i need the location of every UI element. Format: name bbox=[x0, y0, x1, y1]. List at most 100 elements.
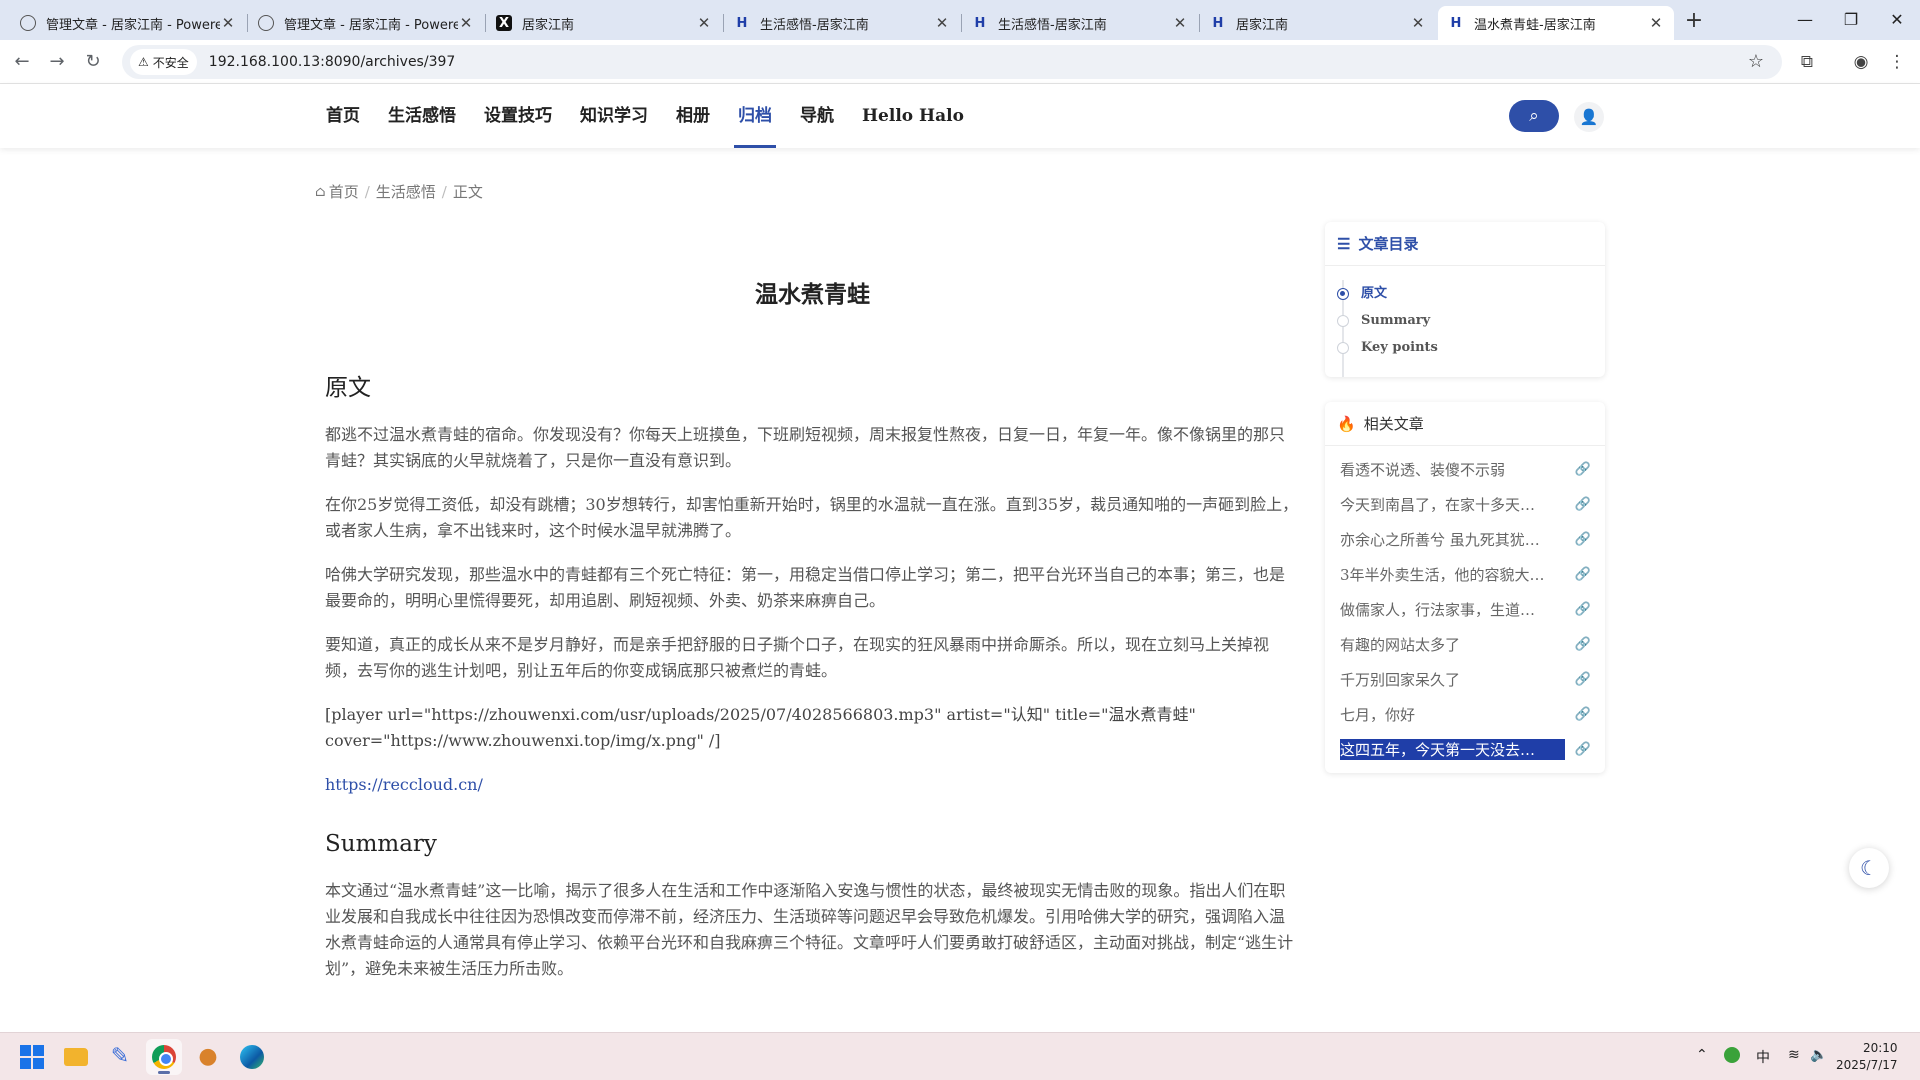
nav-hello-halo[interactable]: Hello Halo bbox=[862, 84, 964, 148]
browser-tab-5[interactable]: H 生活感悟-居家江南 ✕ bbox=[962, 6, 1198, 40]
article-external-link[interactable]: https://reccloud.cn/ bbox=[325, 775, 483, 794]
close-icon[interactable]: ✕ bbox=[1172, 14, 1188, 32]
toc-list: 原文 Summary Key points bbox=[1325, 266, 1605, 377]
close-icon[interactable]: ✕ bbox=[1410, 14, 1426, 32]
nav-learning[interactable]: 知识学习 bbox=[580, 84, 648, 148]
browser-tab-4[interactable]: H 生活感悟-居家江南 ✕ bbox=[724, 6, 960, 40]
breadcrumb-home[interactable]: 首页 bbox=[329, 181, 359, 202]
clock[interactable]: 20:10 2025/7/17 bbox=[1836, 1040, 1898, 1074]
related-item[interactable]: 亦余心之所善兮 虽九死其犹… 🔗 bbox=[1325, 522, 1605, 557]
user-icon: 👤 bbox=[1579, 108, 1599, 126]
back-button[interactable]: ← bbox=[8, 48, 36, 76]
related-item[interactable]: 有趣的网站太多了 🔗 bbox=[1325, 627, 1605, 662]
forward-button[interactable]: → bbox=[43, 48, 71, 76]
breadcrumb-category[interactable]: 生活感悟 bbox=[376, 181, 436, 202]
volume-icon[interactable]: 🔈 bbox=[1810, 1047, 1827, 1063]
browser-tab-6[interactable]: H 居家江南 ✕ bbox=[1200, 6, 1436, 40]
feather-app-button[interactable]: ✎ bbox=[102, 1039, 138, 1075]
reload-button[interactable]: ↻ bbox=[79, 48, 107, 76]
nav-life[interactable]: 生活感悟 bbox=[388, 84, 456, 148]
toc-item-key-points[interactable]: Key points bbox=[1337, 334, 1605, 361]
browser-toolbar: ← → ↻ ⚠ 不安全 192.168.100.13:8090/archives… bbox=[0, 40, 1920, 84]
related-item-selected[interactable]: 这四五年，今天第一天没去… 🔗 bbox=[1325, 732, 1605, 767]
close-icon[interactable]: ✕ bbox=[458, 14, 474, 32]
close-icon[interactable]: ✕ bbox=[220, 14, 236, 32]
bookmark-star-icon[interactable]: ☆ bbox=[1748, 51, 1764, 72]
browser-tab-2[interactable]: 管理文章 - 居家江南 - Powered ✕ bbox=[248, 6, 484, 40]
wifi-icon[interactable]: ≋ bbox=[1788, 1047, 1800, 1063]
windows-icon bbox=[20, 1045, 44, 1069]
close-icon[interactable]: ✕ bbox=[934, 14, 950, 32]
address-bar[interactable]: ⚠ 不安全 192.168.100.13:8090/archives/397 ☆ bbox=[122, 45, 1782, 79]
chevron-up-icon[interactable]: ⌃ bbox=[1696, 1047, 1708, 1063]
close-icon[interactable]: ✕ bbox=[1648, 14, 1664, 32]
link-icon: 🔗 bbox=[1574, 497, 1592, 512]
acorn-app-button[interactable]: ● bbox=[190, 1039, 226, 1075]
related-item[interactable]: 3年半外卖生活，他的容貌大… 🔗 bbox=[1325, 557, 1605, 592]
nav-album[interactable]: 相册 bbox=[676, 84, 710, 148]
tab-title: 生活感悟-居家江南 bbox=[998, 17, 1107, 33]
toc-item-summary[interactable]: Summary bbox=[1337, 307, 1605, 334]
related-item[interactable]: 七月，你好 🔗 bbox=[1325, 697, 1605, 732]
url-text[interactable]: 192.168.100.13:8090/archives/397 bbox=[209, 54, 456, 70]
menu-dots-icon[interactable]: ⋮ bbox=[1884, 49, 1910, 75]
browser-tab-3[interactable]: X 居家江南 ✕ bbox=[486, 6, 722, 40]
breadcrumb-current: 正文 bbox=[452, 183, 483, 201]
ime-indicator[interactable]: 中 bbox=[1756, 1047, 1770, 1067]
related-item-title[interactable]: 这四五年，今天第一天没去… bbox=[1340, 739, 1565, 760]
breadcrumb: ⌂ 首页 / 生活感悟 / 正文 bbox=[315, 181, 483, 202]
related-item[interactable]: 看透不说透、装傻不示弱 🔗 bbox=[1325, 452, 1605, 487]
player-shortcode: [player url="https://zhouwenxi.com/usr/u… bbox=[325, 705, 1196, 750]
profile-icon[interactable]: ◉ bbox=[1848, 49, 1874, 75]
related-item[interactable]: 今天到南昌了，在家十多天… 🔗 bbox=[1325, 487, 1605, 522]
close-window-button[interactable]: ✕ bbox=[1874, 0, 1920, 40]
toc-header: ☰ 文章目录 bbox=[1325, 222, 1605, 266]
link-icon: 🔗 bbox=[1574, 707, 1592, 722]
chrome-button[interactable] bbox=[146, 1039, 182, 1075]
clock-time: 20:10 bbox=[1862, 1041, 1898, 1055]
nav-tips[interactable]: 设置技巧 bbox=[484, 84, 552, 148]
new-tab-button[interactable]: + bbox=[1680, 8, 1708, 36]
security-app-icon[interactable] bbox=[1724, 1047, 1740, 1067]
related-item-title[interactable]: 3年半外卖生活，他的容貌大… bbox=[1340, 564, 1565, 585]
file-explorer-button[interactable] bbox=[58, 1039, 94, 1075]
link-icon: 🔗 bbox=[1574, 532, 1592, 547]
cast-icon[interactable]: ⧉ bbox=[1794, 49, 1820, 75]
flame-icon: 🔥 bbox=[1337, 414, 1356, 433]
security-chip[interactable]: ⚠ 不安全 bbox=[130, 49, 197, 75]
related-item-title[interactable]: 有趣的网站太多了 bbox=[1340, 634, 1565, 655]
related-item-title[interactable]: 今天到南昌了，在家十多天… bbox=[1340, 494, 1565, 515]
tab-title: 居家江南 bbox=[1236, 17, 1289, 33]
breadcrumb-separator: / bbox=[364, 182, 370, 201]
related-item-title[interactable]: 千万别回家呆久了 bbox=[1340, 669, 1565, 690]
edge-icon bbox=[240, 1045, 264, 1069]
related-item[interactable]: 做儒家人，行法家事，生道… 🔗 bbox=[1325, 592, 1605, 627]
close-icon[interactable]: ✕ bbox=[696, 14, 712, 32]
nav-home[interactable]: 首页 bbox=[326, 84, 360, 148]
related-item-title[interactable]: 做儒家人，行法家事，生道… bbox=[1340, 599, 1565, 620]
start-button[interactable] bbox=[14, 1039, 50, 1075]
related-item-title[interactable]: 亦余心之所善兮 虽九死其犹… bbox=[1340, 529, 1565, 550]
nav-archive[interactable]: 归档 bbox=[734, 84, 776, 148]
edge-button[interactable] bbox=[234, 1039, 270, 1075]
link-icon: 🔗 bbox=[1574, 637, 1592, 652]
chrome-icon bbox=[152, 1045, 176, 1069]
article-paragraph: 哈佛大学研究发现，那些温水中的青蛙都有三个死亡特征：第一，用稳定当借口停止学习；… bbox=[325, 565, 1286, 610]
dark-mode-toggle[interactable]: ☾ bbox=[1849, 848, 1889, 888]
restore-button[interactable]: ❐ bbox=[1828, 0, 1874, 40]
browser-tab-active[interactable]: H 温水煮青蛙-居家江南 ✕ bbox=[1438, 6, 1674, 40]
warning-icon: ⚠ bbox=[138, 55, 149, 69]
tab-title: 居家江南 bbox=[522, 17, 575, 33]
user-button[interactable]: 👤 bbox=[1574, 102, 1604, 132]
related-item[interactable]: 千万别回家呆久了 🔗 bbox=[1325, 662, 1605, 697]
toc-item-original[interactable]: 原文 bbox=[1337, 280, 1605, 307]
nav-links[interactable]: 导航 bbox=[800, 84, 834, 148]
search-button[interactable]: ⌕ bbox=[1509, 100, 1559, 132]
feather-icon: ✎ bbox=[110, 1044, 130, 1069]
minimize-button[interactable]: — bbox=[1782, 0, 1828, 40]
browser-tab-1[interactable]: 管理文章 - 居家江南 - Powered ✕ bbox=[10, 6, 246, 40]
search-icon: ⌕ bbox=[1529, 106, 1539, 126]
folder-icon bbox=[64, 1048, 88, 1066]
related-item-title[interactable]: 七月，你好 bbox=[1340, 704, 1565, 725]
related-item-title[interactable]: 看透不说透、装傻不示弱 bbox=[1340, 459, 1565, 480]
